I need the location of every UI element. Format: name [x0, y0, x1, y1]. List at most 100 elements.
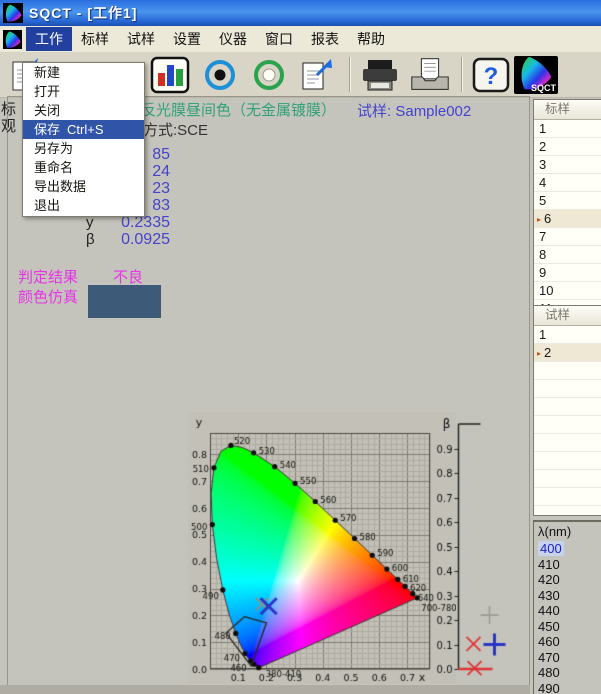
print-button[interactable]: [357, 55, 403, 95]
measure-target-button[interactable]: [197, 55, 243, 95]
document-export-icon: [295, 55, 339, 95]
standard_panel-row-6[interactable]: ▸6: [534, 210, 601, 228]
sample-list-panel: 试样 1▸2: [533, 305, 601, 516]
color-simulation-swatch: [88, 285, 161, 318]
menu-items: 工作标样试样设置仪器窗口报表帮助: [26, 27, 394, 51]
sqct-logo-icon: SQCT: [514, 56, 558, 94]
standard_panel-row-label: 1: [539, 121, 546, 136]
print-output-button[interactable]: [407, 55, 453, 95]
standard_panel-row-label: 7: [539, 229, 546, 244]
file-menu-item-shortcut: Ctrl+S: [67, 122, 103, 137]
color-simulation-label: 颜色仿真: [18, 286, 78, 307]
printer-icon: [358, 55, 402, 95]
standard_panel-row-8[interactable]: 8: [534, 246, 601, 264]
wavelength-row-490[interactable]: 490: [534, 681, 601, 694]
standard_panel-row-label: 2: [539, 139, 546, 154]
file-menu-item-label: 打开: [34, 84, 60, 99]
file-menu-item-label: 退出: [34, 198, 60, 213]
menu-item-2[interactable]: 试样: [118, 27, 164, 51]
wavelength-row-480[interactable]: 480: [534, 665, 601, 681]
file-menu-item-label: 导出数据: [34, 179, 86, 194]
wavelength-value: 410: [538, 557, 560, 572]
toolbar-separator: [461, 57, 463, 92]
menu-item-7[interactable]: 帮助: [348, 27, 394, 51]
standard-list-header[interactable]: 标样: [534, 100, 601, 120]
file-menu-item-2[interactable]: 关闭: [23, 101, 144, 120]
sample_panel-row-label: 2: [544, 345, 551, 360]
judgement-label: 判定结果: [18, 266, 78, 287]
current-row-marker-icon: ▸: [537, 215, 541, 224]
menu-item-6[interactable]: 报表: [302, 27, 348, 51]
menu-item-3[interactable]: 设置: [164, 27, 210, 51]
wavelength-row-440[interactable]: 440: [534, 603, 601, 619]
menu-item-0[interactable]: 工作: [26, 27, 72, 51]
window-title: SQCT - [工作1]: [29, 3, 137, 23]
standard_panel-row-9[interactable]: 9: [534, 264, 601, 282]
file-menu-item-5[interactable]: 重命名: [23, 158, 144, 177]
sample_panel-empty-row: [534, 452, 601, 470]
standard_panel-row-label: 10: [539, 283, 553, 298]
sample_panel-empty-row: [534, 362, 601, 380]
toolbar-separator: [349, 57, 351, 92]
measure-mode: 方式:SCE: [143, 119, 208, 140]
wavelength-value: 440: [538, 603, 560, 618]
file-menu-item-label: 重命名: [34, 160, 73, 175]
file-menu-item-7[interactable]: 退出: [23, 196, 144, 215]
menu-item-4[interactable]: 仪器: [210, 27, 256, 51]
wavelength-row-450[interactable]: 450: [534, 619, 601, 635]
beta-axis: [433, 412, 513, 684]
document-export-button[interactable]: [294, 55, 340, 95]
sample-value: Sample002: [395, 103, 471, 120]
file-menu-item-1[interactable]: 打开: [23, 82, 144, 101]
svg-text:SQCT: SQCT: [531, 83, 557, 93]
beta-value: 0.0925: [120, 231, 170, 249]
file-menu-item-3[interactable]: 保存Ctrl+S: [23, 120, 144, 139]
sample_panel-empty-row: [534, 380, 601, 398]
standard_panel-row-10[interactable]: 10: [534, 282, 601, 300]
sample-field: 试样: Sample002: [357, 100, 471, 121]
wavelength-row-470[interactable]: 470: [534, 650, 601, 666]
menu-item-5[interactable]: 窗口: [256, 27, 302, 51]
wavelength-row-410[interactable]: 410: [534, 557, 601, 573]
current-row-marker-icon: ▸: [537, 349, 541, 358]
wavelength-value: 460: [538, 634, 560, 649]
standard_panel-row-5[interactable]: 5: [534, 192, 601, 210]
standard_panel-row-label: 3: [539, 157, 546, 172]
mdi-child-icon[interactable]: [3, 30, 22, 49]
standard_panel-row-label: 5: [539, 193, 546, 208]
wavelength-row-420[interactable]: 420: [534, 572, 601, 588]
sample-list-header[interactable]: 试样: [534, 306, 601, 326]
wavelength-list-panel: λ(nm) 400410420430440450460470480490: [533, 520, 601, 694]
wavelength-row-460[interactable]: 460: [534, 634, 601, 650]
wavelength-row-400[interactable]: 400: [534, 541, 601, 557]
wavelength-value: 450: [538, 619, 560, 634]
standard_panel-row-3[interactable]: 3: [534, 156, 601, 174]
wavelength-value: 480: [538, 665, 560, 680]
standard_panel-row-1[interactable]: 1: [534, 120, 601, 138]
judgement-result: 不良: [113, 266, 143, 287]
standard_panel-row-7[interactable]: 7: [534, 228, 601, 246]
menu-bar: 工作标样试样设置仪器窗口报表帮助: [0, 26, 601, 53]
file-menu-item-6[interactable]: 导出数据: [23, 177, 144, 196]
standard_panel-row-4[interactable]: 4: [534, 174, 601, 192]
standard_panel-row-label: 8: [539, 247, 546, 262]
sample_panel-empty-row: [534, 398, 601, 416]
file-menu-dropdown: 新建打开关闭保存Ctrl+S另存为重命名导出数据退出: [22, 62, 145, 217]
wavelength-row-430[interactable]: 430: [534, 588, 601, 604]
measure-sample-button[interactable]: [246, 55, 292, 95]
help-button[interactable]: ?: [468, 55, 514, 95]
menu-item-1[interactable]: 标样: [72, 27, 118, 51]
standard_panel-row-2[interactable]: 2: [534, 138, 601, 156]
file-menu-item-0[interactable]: 新建: [23, 63, 144, 82]
app-icon: [3, 3, 23, 23]
sample_panel-row-1[interactable]: 1: [534, 326, 601, 344]
sqct-logo-button[interactable]: SQCT: [513, 55, 559, 95]
title-bar: SQCT - [工作1]: [0, 0, 601, 26]
application-window: SQCT - [工作1] 工作标样试样设置仪器窗口报表帮助: [0, 0, 601, 694]
wavelength-value: 400: [538, 541, 564, 556]
wavelength-value: 430: [538, 588, 560, 603]
sample_panel-row-2[interactable]: ▸2: [534, 344, 601, 362]
file-menu-item-4[interactable]: 另存为: [23, 139, 144, 158]
bar-chart-button[interactable]: [147, 55, 193, 95]
measure-sample-icon: [247, 55, 291, 95]
